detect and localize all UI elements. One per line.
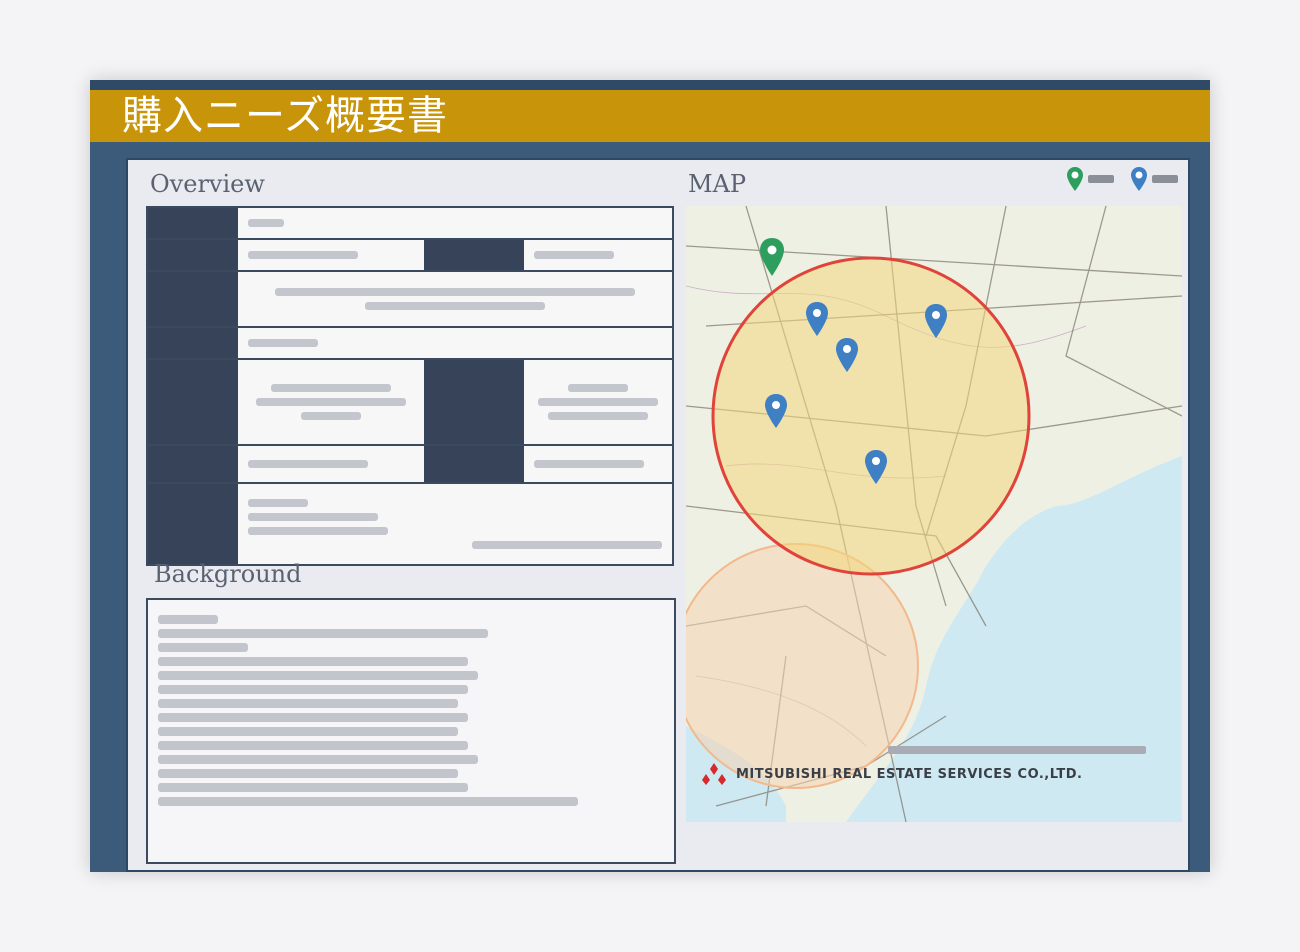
value-text-2 [568, 384, 628, 392]
title-bar: 購入ニーズ概要書 [90, 90, 1210, 142]
value-text [248, 219, 284, 227]
background-line [158, 615, 218, 624]
map[interactable] [686, 206, 1182, 822]
background-line [158, 741, 468, 750]
value-text-line [256, 398, 406, 406]
row-value [238, 360, 424, 444]
legend-item [1130, 166, 1178, 192]
company-name: MITSUBISHI REAL ESTATE SERVICES CO.,LTD. [736, 766, 1083, 782]
value-text [248, 251, 358, 259]
row-label [148, 328, 238, 358]
row-label [148, 272, 238, 326]
table-row [146, 328, 674, 360]
row-label [148, 446, 238, 482]
background-line [158, 685, 468, 694]
background-line [158, 699, 458, 708]
table-row [146, 240, 674, 272]
value-text-line [365, 302, 545, 310]
primary-radius [711, 256, 1031, 576]
document-title: 購入ニーズ概要書 [122, 93, 448, 139]
background-line [158, 713, 468, 722]
background-line [158, 755, 478, 764]
background-line [158, 671, 478, 680]
value-text [248, 499, 308, 507]
value-text-line [538, 398, 658, 406]
overview-heading: Overview [150, 170, 265, 198]
value-text [275, 288, 635, 296]
row-value-2 [524, 360, 672, 444]
value-text [248, 339, 318, 347]
row-value-2 [524, 446, 672, 482]
value-text-line [472, 541, 662, 549]
value-text-line [248, 513, 378, 521]
map-legend [1066, 166, 1178, 192]
background-heading: Background [154, 560, 302, 588]
value-text-2 [534, 460, 644, 468]
table-row [146, 484, 674, 566]
value-text-2 [534, 251, 614, 259]
row-value [238, 272, 672, 326]
row-label [148, 360, 238, 444]
table-row [146, 446, 674, 484]
company-logo: MITSUBISHI REAL ESTATE SERVICES CO.,LTD. [700, 760, 1148, 788]
value-text [248, 460, 368, 468]
row-value [238, 484, 672, 564]
top-strip [90, 80, 1210, 90]
legend-label [1088, 175, 1114, 183]
row-label-2 [424, 360, 524, 444]
value-text [271, 384, 391, 392]
row-label [148, 208, 238, 238]
legend-item [1066, 166, 1114, 192]
background-line [158, 783, 468, 792]
table-row [146, 360, 674, 446]
background-box [146, 598, 676, 864]
background-line [158, 629, 488, 638]
value-text-line [548, 412, 648, 420]
row-value [238, 208, 672, 238]
table-row [146, 206, 674, 240]
map-credit [888, 746, 1146, 754]
background-line [158, 643, 248, 652]
background-line [158, 797, 578, 806]
value-text-line [301, 412, 361, 420]
green-pin-icon [1067, 167, 1083, 191]
blue-pin-icon [1131, 167, 1147, 191]
row-value [238, 446, 424, 482]
row-label-2 [424, 446, 524, 482]
document-slide: 購入ニーズ概要書 Overview Background MAP MITSUBI… [90, 80, 1210, 872]
overview-table [146, 206, 674, 566]
row-value [238, 328, 672, 358]
legend-label [1152, 175, 1178, 183]
row-label-2 [424, 240, 524, 270]
row-label [148, 240, 238, 270]
background-line [158, 657, 468, 666]
table-row [146, 272, 674, 328]
row-label [148, 484, 238, 564]
background-line [158, 727, 458, 736]
map-heading: MAP [688, 170, 747, 198]
row-value-2 [524, 240, 672, 270]
row-value [238, 240, 424, 270]
secondary-radius [686, 543, 919, 789]
three-diamonds-icon [702, 763, 726, 785]
map-canvas [686, 206, 1182, 822]
background-line [158, 769, 458, 778]
value-text-line [248, 527, 388, 535]
